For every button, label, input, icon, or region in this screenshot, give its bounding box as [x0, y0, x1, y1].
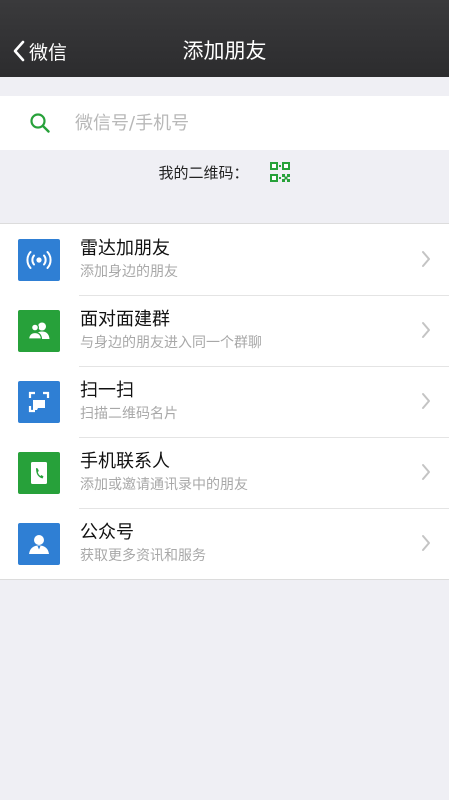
qr-code-icon[interactable] — [269, 161, 291, 183]
chevron-right-icon — [422, 464, 430, 480]
chevron-right-icon — [422, 535, 430, 551]
item-title: 扫一扫 — [80, 380, 134, 401]
list-item-scan[interactable]: 扫一扫 扫描二维码名片 — [0, 366, 449, 437]
group-icon — [18, 309, 60, 352]
radar-icon — [18, 238, 60, 281]
page-title: 添加朋友 — [182, 39, 267, 63]
item-title: 公众号 — [80, 522, 134, 543]
list-item-radar[interactable]: 雷达加朋友 添加身边的朋友 — [0, 224, 449, 295]
list-item-face-to-face-group[interactable]: 面对面建群 与身边的朋友进入同一个群聊 — [0, 295, 449, 366]
navigation-bar: 微信 添加朋友 — [0, 0, 449, 77]
my-qr-code-row[interactable]: 我的二维码： — [0, 156, 449, 188]
item-subtitle: 扫描二维码名片 — [80, 406, 178, 422]
search-icon — [30, 113, 50, 133]
chevron-right-icon — [422, 251, 430, 267]
search-bar[interactable] — [0, 96, 449, 150]
add-friend-options-list: 雷达加朋友 添加身边的朋友 面对面建群 与身边的朋友进入同一个群聊 扫一扫 扫描… — [0, 223, 449, 580]
item-subtitle: 添加或邀请通讯录中的朋友 — [80, 477, 248, 493]
item-title: 雷达加朋友 — [80, 238, 170, 259]
item-subtitle: 获取更多资讯和服务 — [80, 548, 206, 564]
search-input[interactable] — [73, 111, 407, 135]
official-account-icon — [18, 522, 60, 565]
item-subtitle: 添加身边的朋友 — [80, 264, 178, 280]
chevron-right-icon — [422, 322, 430, 338]
list-item-phone-contacts[interactable]: 手机联系人 添加或邀请通讯录中的朋友 — [0, 437, 449, 508]
item-title: 面对面建群 — [80, 309, 170, 330]
phone-contacts-icon — [18, 451, 60, 494]
list-item-official-accounts[interactable]: 公众号 获取更多资讯和服务 — [0, 508, 449, 579]
item-title: 手机联系人 — [80, 451, 170, 472]
qr-label: 我的二维码： — [158, 163, 249, 182]
item-subtitle: 与身边的朋友进入同一个群聊 — [80, 335, 262, 351]
chevron-right-icon — [422, 393, 430, 409]
scan-icon — [18, 380, 60, 423]
